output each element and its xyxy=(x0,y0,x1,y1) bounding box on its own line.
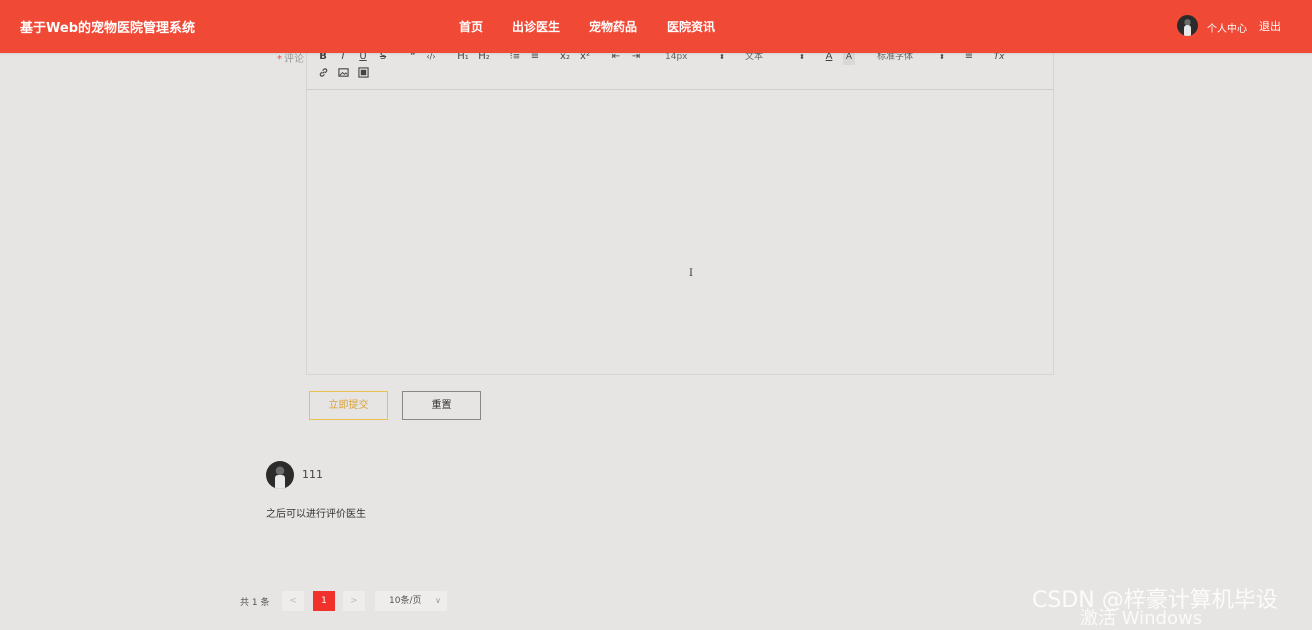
comment-avatar xyxy=(266,461,294,489)
site-title[interactable]: 基于Web的宠物医院管理系统 xyxy=(20,17,195,36)
font-family-value: 标准字体 xyxy=(877,52,914,62)
block-type-value: 文本 xyxy=(745,52,764,62)
font-size-value: 14px xyxy=(665,52,688,62)
comment-username: 111 xyxy=(302,468,323,481)
top-header: 基于Web的宠物医院管理系统 首页 出诊医生 宠物药品 医院资讯 个人中心 退出 xyxy=(0,0,1312,53)
nav-doctors[interactable]: 出诊医生 xyxy=(512,18,560,35)
page-size-value: 10条/页 xyxy=(389,596,422,606)
reset-button[interactable]: 重置 xyxy=(402,391,481,420)
toolbar-row-2 xyxy=(307,67,1053,83)
chevron-down-icon: ∨ xyxy=(435,596,441,605)
rich-text-editor[interactable]: B I U S ❞ ‹/› H₁ H₂ ⁝≡ ≡ x₂ x² ⇤ ⇥ 14px ⬍… xyxy=(306,40,1054,375)
comment-text: 之后可以进行评价医生 xyxy=(266,509,366,520)
page-1-button[interactable]: 1 xyxy=(313,591,335,611)
next-page-button[interactable]: > xyxy=(343,591,365,611)
nav-medicines[interactable]: 宠物药品 xyxy=(589,18,637,35)
logout-link[interactable]: 退出 xyxy=(1259,18,1281,34)
page-size-select[interactable]: 10条/页 ∨ xyxy=(375,591,447,611)
comment-label-text: 评论 xyxy=(284,54,304,65)
editor-content-area[interactable] xyxy=(307,89,1053,374)
submit-button[interactable]: 立即提交 xyxy=(309,391,388,420)
text-cursor-icon: I xyxy=(689,268,693,279)
required-mark: * xyxy=(277,54,282,65)
video-icon[interactable] xyxy=(357,67,369,83)
windows-activation-watermark: 激活 Windows xyxy=(1080,608,1203,629)
nav-news[interactable]: 医院资讯 xyxy=(667,18,715,35)
nav-home[interactable]: 首页 xyxy=(459,18,483,35)
link-icon[interactable] xyxy=(317,67,329,83)
user-avatar[interactable] xyxy=(1177,15,1198,36)
prev-page-button[interactable]: < xyxy=(282,591,304,611)
user-center-link[interactable]: 个人中心 xyxy=(1207,20,1247,35)
image-icon[interactable] xyxy=(337,67,349,83)
pagination-total: 共 1 条 xyxy=(240,598,270,608)
